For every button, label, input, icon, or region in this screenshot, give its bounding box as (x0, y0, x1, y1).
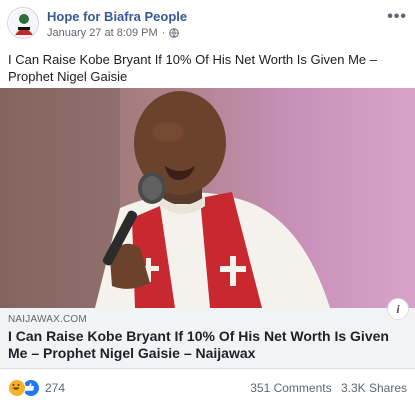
link-title[interactable]: I Can Raise Kobe Bryant If 10% Of His Ne… (8, 328, 410, 362)
post-timestamp[interactable]: January 27 at 8:09 PM (47, 27, 158, 39)
reaction-count: 274 (45, 381, 66, 395)
more-options-icon[interactable]: ••• (387, 8, 407, 26)
meta-separator: · (161, 27, 166, 39)
haha-icon (8, 379, 26, 397)
globe-icon (169, 28, 180, 38)
engagement-stats: 351 Comments 3.3K Shares (250, 381, 407, 395)
post-text: I Can Raise Kobe Bryant If 10% Of His Ne… (8, 52, 377, 84)
comments-count-link[interactable]: 351 Comments (250, 381, 331, 395)
link-preview-meta[interactable]: i NAIJAWAX.COM I Can Raise Kobe Bryant I… (0, 298, 415, 369)
post-footer: 274 351 Comments 3.3K Shares (0, 370, 415, 402)
facebook-post: Hope for Biafra People January 27 at 8:0… (0, 0, 415, 402)
link-preview-image[interactable] (0, 88, 415, 308)
page-avatar[interactable] (7, 7, 39, 39)
link-domain: NAIJAWAX.COM (8, 314, 87, 325)
shares-count-link[interactable]: 3.3K Shares (341, 381, 407, 395)
info-icon[interactable]: i (387, 298, 409, 320)
page-name-link[interactable]: Hope for Biafra People (47, 9, 187, 24)
reactions-summary[interactable]: 274 (8, 379, 65, 397)
post-header: Hope for Biafra People January 27 at 8:0… (0, 0, 415, 44)
post-meta: January 27 at 8:09 PM · (47, 27, 180, 39)
